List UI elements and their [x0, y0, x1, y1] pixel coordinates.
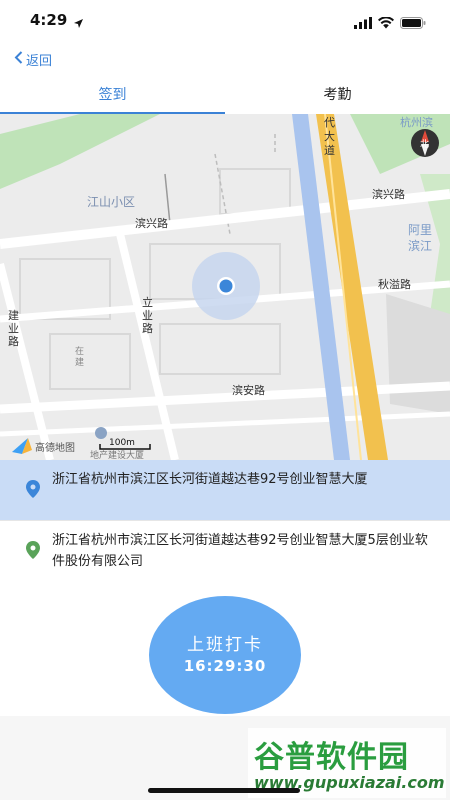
road-label: 滨兴路 [372, 187, 405, 201]
district-label: 江山小区 [87, 195, 135, 209]
checkin-button[interactable]: 上班打卡 16:29:30 [149, 596, 301, 714]
signal-icon [354, 14, 372, 33]
map-poi-label: 阿里 [408, 223, 432, 237]
svg-text:建业路: 建业路 [8, 308, 19, 348]
battery-icon [400, 14, 426, 33]
location-arrow-icon [73, 14, 84, 33]
checkin-time: 16:29:30 [183, 657, 267, 675]
map-scale-label: 100m [109, 438, 135, 448]
road-label-char: 路 [8, 335, 19, 348]
road-label: 秋溢路 [378, 277, 411, 291]
road-label-char: 业 [8, 322, 19, 335]
svg-text:代大道: 代大道 [324, 116, 335, 157]
road-label-char: 大 [324, 129, 335, 143]
wifi-icon [378, 14, 394, 33]
location-pin-icon [26, 480, 40, 502]
nav-bar: 返回 [0, 44, 450, 76]
chevron-left-icon [14, 51, 23, 68]
svg-text:立业路: 立业路 [142, 295, 153, 335]
road-label-char: 业 [142, 309, 153, 322]
status-bar: 4:29 [0, 0, 450, 44]
map-view[interactable]: 滨兴路 滨兴路 秋溢路 滨安路 江山小区 北 高德地图 100m 地产建设大厦 … [0, 114, 450, 460]
checkin-label: 上班打卡 [187, 635, 263, 655]
map-poi-label: 杭州滨 [400, 115, 433, 129]
road-label-char: 立 [142, 295, 153, 309]
watermark-brand: 谷普软件园 [254, 740, 409, 775]
map-provider-label: 高德地图 [35, 441, 75, 454]
location-pin-icon [26, 541, 40, 563]
road-label-char: 代 [324, 116, 335, 129]
map-poi-label: 滨江 [408, 238, 432, 253]
road-label-char: 建 [8, 308, 19, 322]
checkin-area: 上班打卡 16:29:30 [0, 580, 450, 716]
back-label: 返回 [26, 54, 53, 69]
svg-text:在建: 在建 [75, 345, 84, 368]
status-time: 4:29 [30, 11, 68, 29]
tab-bar: 签到 考勤 [0, 76, 450, 114]
address-option-selected[interactable]: 浙江省杭州市滨江区长河街道越达巷92号创业智慧大厦 [0, 460, 450, 520]
road-label-char: 建 [75, 356, 84, 368]
road-label-char: 在 [75, 345, 84, 357]
road-label-char: 路 [142, 322, 153, 335]
compass-label: 北 [420, 139, 429, 150]
back-button[interactable]: 返回 [14, 50, 52, 69]
tab-checkin[interactable]: 签到 [0, 76, 225, 114]
building-label: 地产建设大厦 [90, 449, 144, 460]
address-text: 浙江省杭州市滨江区长河街道越达巷92号创业智慧大厦 [52, 472, 368, 487]
road-label: 滨兴路 [135, 216, 168, 230]
road-label-char: 道 [324, 143, 335, 157]
address-option[interactable]: 浙江省杭州市滨江区长河街道越达巷92号创业智慧大厦5层创业软件股份有限公司 [0, 520, 450, 581]
home-indicator[interactable] [148, 788, 300, 793]
road-label: 滨安路 [232, 383, 265, 397]
tab-attendance[interactable]: 考勤 [225, 76, 450, 114]
address-text: 浙江省杭州市滨江区长河街道越达巷92号创业智慧大厦5层创业软件股份有限公司 [52, 533, 428, 569]
